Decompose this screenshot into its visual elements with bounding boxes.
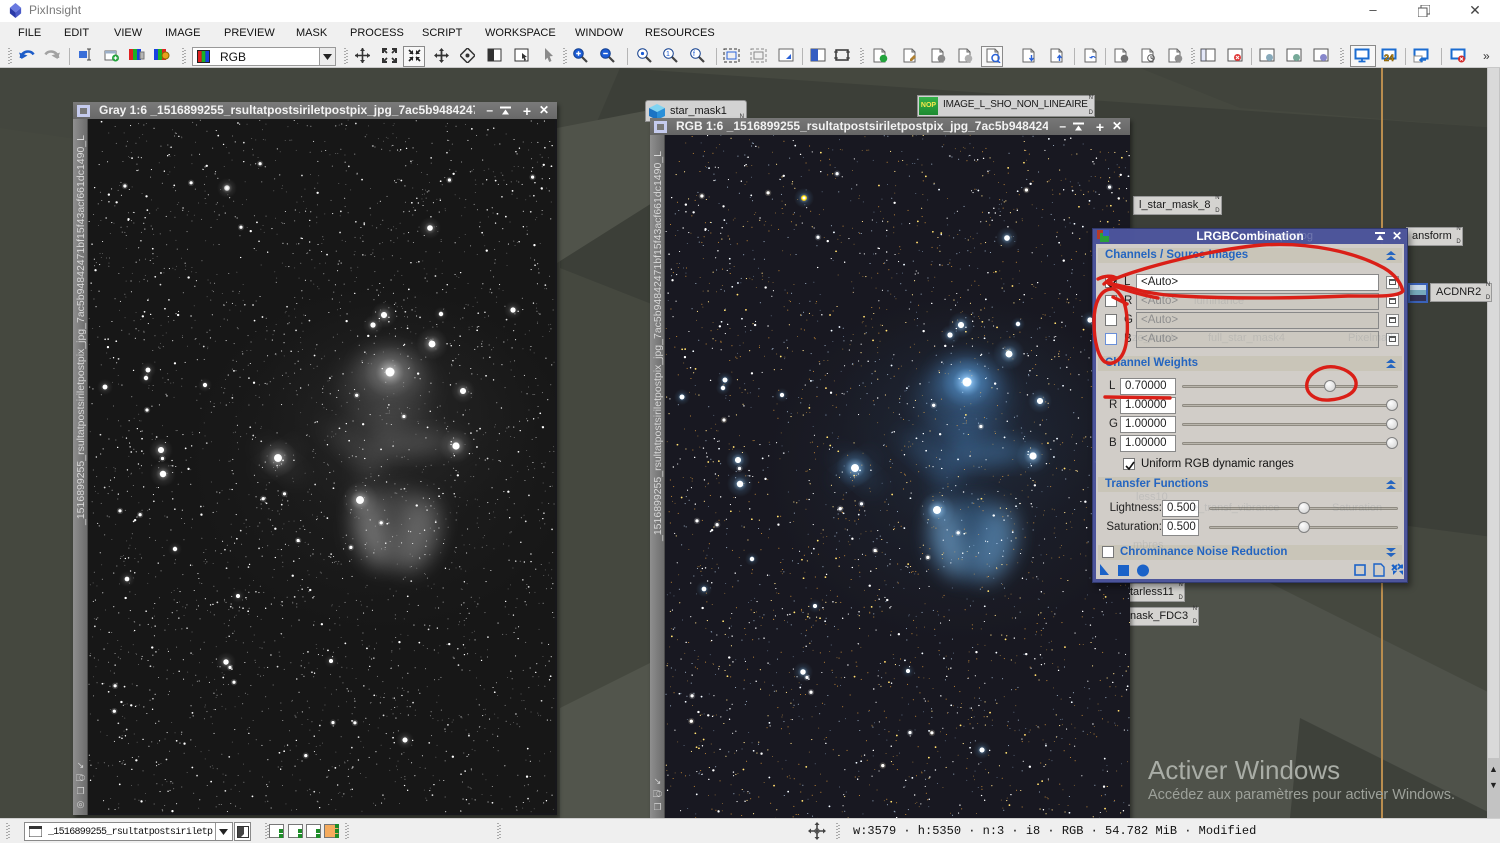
svg-text:24: 24 <box>1384 53 1394 63</box>
svg-text:f: f <box>693 51 695 58</box>
svg-text:1: 1 <box>666 51 670 58</box>
